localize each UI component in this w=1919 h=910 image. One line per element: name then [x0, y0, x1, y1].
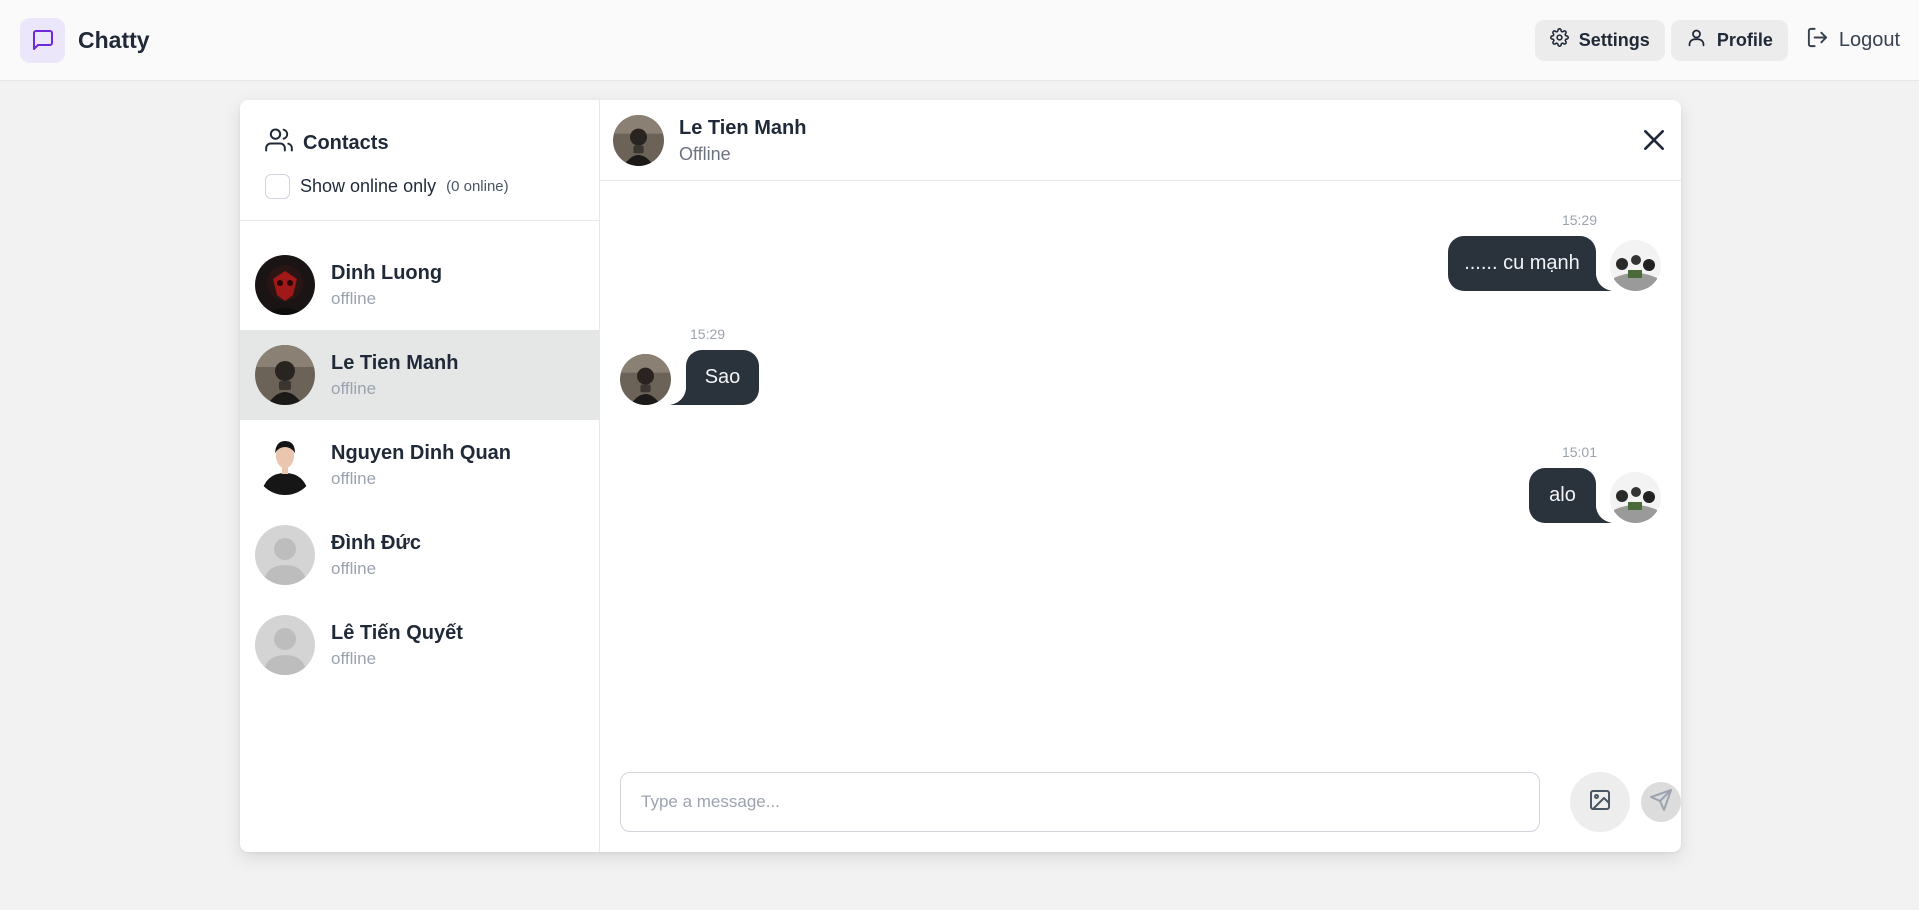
logout-icon: [1806, 26, 1829, 55]
message-item: 15:29 Sao: [600, 292, 1681, 408]
message-time: 15:29: [1561, 212, 1597, 228]
bubble-tail: [1596, 507, 1612, 523]
app-name: Chatty: [78, 26, 150, 53]
attach-image-button[interactable]: [1570, 772, 1630, 832]
contact-item[interactable]: Le Tien Manh offline: [240, 330, 599, 420]
send-button[interactable]: [1641, 782, 1681, 822]
contact-name: Nguyen Dinh Quan: [331, 442, 511, 464]
contacts-heading: Contacts: [265, 126, 574, 160]
message-text: alo: [1549, 484, 1576, 506]
contact-list: Dinh Luong offline Le Tien Manh offline …: [240, 221, 599, 690]
online-count: (0 online): [446, 178, 509, 195]
avatar: [255, 345, 315, 405]
chat-partner-status: Offline: [679, 143, 731, 164]
message-text: Sao: [704, 366, 741, 388]
user-icon: [1686, 27, 1707, 53]
chat-header: Le Tien Manh Offline: [600, 100, 1681, 181]
logout-label: Logout: [1838, 28, 1900, 51]
contacts-sidebar: Contacts Show online only (0 online) Din…: [240, 100, 600, 852]
contact-status: offline: [331, 379, 377, 398]
contact-name: Lê Tiến Quyết: [331, 622, 463, 644]
contact-name: Dinh Luong: [331, 262, 443, 284]
message-list: 15:29 ...... cu mạnh 15:29 Sao 15:01 alo: [600, 182, 1681, 742]
settings-button[interactable]: Settings: [1534, 19, 1665, 61]
message-item: 15:29 ...... cu mạnh: [600, 182, 1681, 292]
contact-item[interactable]: Đình Đức offline: [240, 510, 599, 600]
message-bubble: ...... cu mạnh: [1448, 236, 1596, 291]
message-item: 15:01 alo: [600, 408, 1681, 524]
message-time: 15:29: [690, 326, 726, 342]
chat-panel: Le Tien Manh Offline 15:29 ...... cu mạn…: [600, 100, 1681, 852]
settings-label: Settings: [1578, 29, 1650, 50]
default-avatar-icon: [255, 615, 315, 675]
avatar: [255, 255, 315, 315]
avatar: [613, 114, 664, 166]
users-icon: [265, 126, 293, 160]
contacts-title: Contacts: [303, 131, 389, 154]
bubble-tail: [670, 389, 686, 405]
avatar: [620, 354, 671, 405]
contact-item[interactable]: Dinh Luong offline: [240, 240, 599, 330]
sidebar-header: Contacts Show online only (0 online): [240, 100, 599, 221]
send-icon: [1649, 788, 1673, 817]
message-time: 15:01: [1561, 444, 1597, 460]
bubble-tail: [1596, 275, 1612, 291]
avatar: [1610, 472, 1661, 523]
logout-button[interactable]: Logout: [1794, 20, 1900, 61]
chat-card: Contacts Show online only (0 online) Din…: [240, 100, 1681, 852]
online-only-checkbox[interactable]: [265, 174, 290, 199]
message-bubble: alo: [1529, 468, 1596, 523]
message-input[interactable]: [620, 772, 1540, 832]
top-navbar: Chatty Settings Profile Logout: [0, 0, 1919, 81]
close-icon[interactable]: [1641, 127, 1667, 153]
profile-label: Profile: [1716, 29, 1773, 50]
nav-actions: Settings Profile Logout: [1534, 19, 1900, 61]
contact-status: offline: [331, 469, 377, 488]
contact-status: offline: [331, 559, 377, 578]
message-composer: [620, 772, 1681, 832]
image-icon: [1588, 788, 1612, 817]
brand[interactable]: Chatty: [20, 17, 150, 63]
default-avatar-icon: [255, 525, 315, 585]
contact-name: Le Tien Manh: [331, 352, 459, 374]
avatar: [255, 435, 315, 495]
message-bubble: Sao: [686, 350, 759, 405]
contact-name: Đình Đức: [331, 532, 422, 554]
message-text: ...... cu mạnh: [1464, 252, 1580, 274]
online-filter: Show online only (0 online): [265, 174, 574, 199]
contact-status: offline: [331, 289, 377, 308]
online-only-label[interactable]: Show online only: [300, 176, 436, 197]
contact-status: offline: [331, 649, 377, 668]
gear-icon: [1549, 28, 1569, 52]
message-square-icon: [20, 17, 65, 63]
profile-button[interactable]: Profile: [1670, 19, 1788, 61]
contact-item[interactable]: Nguyen Dinh Quan offline: [240, 420, 599, 510]
avatar: [1610, 240, 1661, 291]
contact-item[interactable]: Lê Tiến Quyết offline: [240, 600, 599, 690]
chat-partner-name: Le Tien Manh: [679, 116, 807, 139]
